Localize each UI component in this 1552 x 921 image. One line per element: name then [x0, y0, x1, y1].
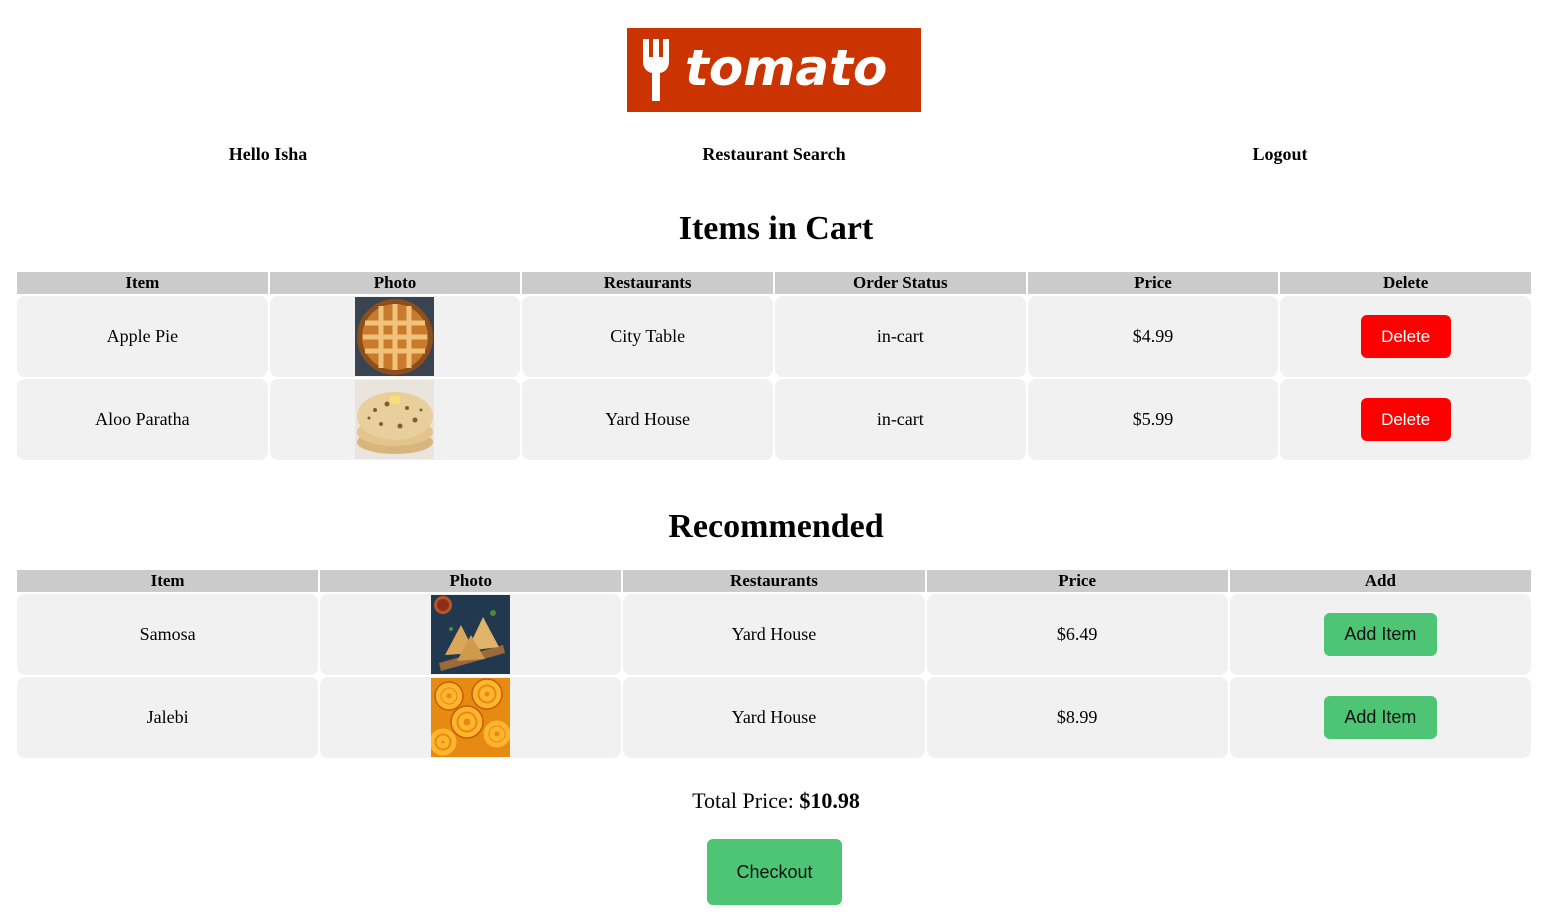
recommended-item-restaurant: Yard House	[623, 677, 925, 758]
cart-item-name: Aloo Paratha	[17, 379, 268, 460]
cart-header-order-status: Order Status	[774, 272, 1026, 294]
cart-item-delete-cell: Delete	[1280, 379, 1531, 460]
checkout-button[interactable]: Checkout	[707, 839, 842, 905]
recommended-table: Item Photo Restaurants Price Add Samosa	[15, 568, 1533, 760]
recommended-item-add-cell: Add Item	[1229, 677, 1531, 758]
cart-table: Item Photo Restaurants Order Status Pric…	[15, 270, 1533, 462]
table-row: Apple Pie City Table in-cart $4.99 Delet…	[17, 296, 1531, 377]
total-price: Total Price: $10.98	[0, 788, 1552, 814]
recommended-header-item: Item	[17, 570, 319, 592]
cart-header-restaurants: Restaurants	[522, 272, 773, 294]
recommended-item-photo-cell	[320, 677, 622, 758]
recommended-header-restaurants: Restaurants	[623, 570, 925, 592]
cart-item-photo-cell	[269, 296, 521, 377]
cart-item-price: $4.99	[1027, 296, 1279, 377]
recommended-item-photo-cell	[320, 594, 622, 675]
cart-item-price: $5.99	[1027, 379, 1279, 460]
table-row: Jalebi Yard House $8.99 Add Item	[17, 677, 1531, 758]
table-row: Samosa Yard House $6.49 Add Item	[17, 594, 1531, 675]
cart-header-item: Item	[17, 272, 268, 294]
jalebi-photo	[431, 678, 511, 757]
fork-icon	[643, 39, 669, 101]
cart-item-name: Apple Pie	[17, 296, 268, 377]
recommended-item-restaurant: Yard House	[623, 594, 925, 675]
nav-logout[interactable]: Logout	[1252, 144, 1307, 165]
recommended-header-price: Price	[926, 570, 1228, 592]
delete-button[interactable]: Delete	[1360, 315, 1451, 358]
recommended-item-price: $8.99	[926, 677, 1228, 758]
cart-item-status: in-cart	[774, 296, 1026, 377]
add-item-button[interactable]: Add Item	[1323, 613, 1437, 656]
recommended-item-name: Jalebi	[17, 677, 319, 758]
table-row: Aloo Paratha Yard House in-cart $5.99 De…	[17, 379, 1531, 460]
recommended-item-price: $6.49	[926, 594, 1228, 675]
apple-pie-photo	[355, 297, 435, 376]
recommended-item-add-cell: Add Item	[1229, 594, 1531, 675]
logo-text: tomato	[685, 39, 888, 97]
cart-item-restaurant: Yard House	[522, 379, 773, 460]
cart-item-restaurant: City Table	[522, 296, 773, 377]
recommended-header-add: Add	[1229, 570, 1531, 592]
add-item-button[interactable]: Add Item	[1323, 696, 1437, 739]
recommended-header-row: Item Photo Restaurants Price Add	[17, 570, 1531, 592]
cart-header-delete: Delete	[1280, 272, 1531, 294]
samosa-photo	[431, 595, 511, 674]
cart-item-delete-cell: Delete	[1280, 296, 1531, 377]
recommended-item-name: Samosa	[17, 594, 319, 675]
recommended-title: Recommended	[668, 508, 884, 545]
cart-item-status: in-cart	[774, 379, 1026, 460]
delete-button[interactable]: Delete	[1360, 398, 1451, 441]
nav-restaurant-search[interactable]: Restaurant Search	[702, 144, 845, 165]
cart-title: Items in Cart	[678, 210, 874, 247]
cart-item-photo-cell	[269, 379, 521, 460]
aloo-paratha-photo	[355, 380, 435, 459]
total-price-value: $10.98	[799, 788, 860, 813]
cart-header-row: Item Photo Restaurants Order Status Pric…	[17, 272, 1531, 294]
total-price-label: Total Price:	[692, 788, 800, 813]
cart-header-photo: Photo	[269, 272, 521, 294]
nav-greeting[interactable]: Hello Isha	[229, 144, 308, 165]
recommended-header-photo: Photo	[320, 570, 622, 592]
cart-header-price: Price	[1027, 272, 1279, 294]
tomato-logo: tomato	[627, 28, 921, 112]
